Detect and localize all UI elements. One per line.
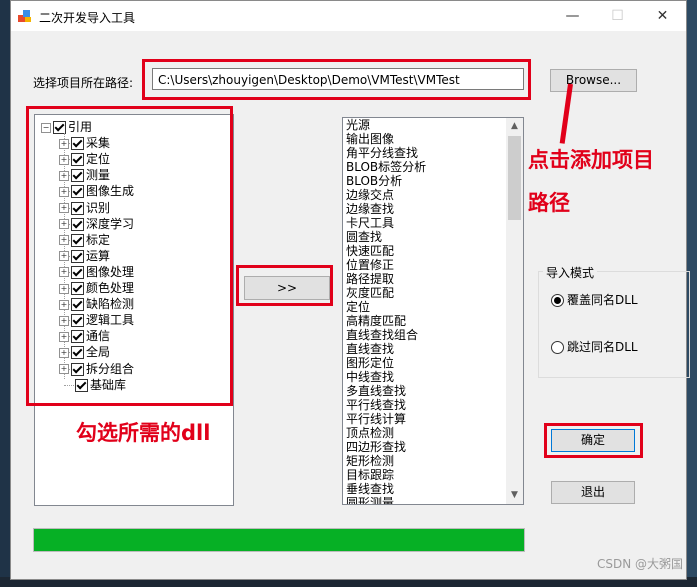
import-mode-title: 导入模式 [543,264,598,281]
list-item[interactable]: 多直线查找 [343,384,523,398]
close-icon[interactable]: ✕ [640,1,685,31]
path-label: 选择项目所在路径: [33,76,134,90]
list-item[interactable]: 图形定位 [343,356,523,370]
list-item[interactable]: 顶点检测 [343,426,523,440]
list-item[interactable]: 路径提取 [343,272,523,286]
minimize-icon[interactable]: — [550,1,595,31]
list-item[interactable]: 直线查找组合 [343,328,523,342]
list-item[interactable]: 快速匹配 [343,244,523,258]
list-item[interactable]: 卡尺工具 [343,216,523,230]
ok-highlight-box [544,423,643,458]
list-item[interactable]: 位置修正 [343,258,523,272]
radio-skip-label: 跳过同名DLL [567,340,638,354]
annotation-path: 路径 [528,191,570,215]
browse-button[interactable]: Browse... [550,69,637,92]
list-item[interactable]: 高精度匹配 [343,314,523,328]
scroll-thumb[interactable] [508,136,521,220]
annotation-add-path: 点击添加项目 [528,148,654,172]
list-item[interactable]: 圆形测量 [343,496,523,504]
tool-list-items: 光源 输出图像 角平分线查找 BLOB标签分析 BLOB分析 边缘交点 边缘查找 卡尺工具 圆查… [343,118,523,504]
list-item[interactable]: 直线查找 [343,342,523,356]
list-item[interactable]: 平行线计算 [343,412,523,426]
list-item[interactable]: 边缘查找 [343,202,523,216]
list-item[interactable]: 中线查找 [343,370,523,384]
list-item[interactable]: 目标跟踪 [343,468,523,482]
tool-list[interactable]: 光源 输出图像 角平分线查找 BLOB标签分析 BLOB分析 边缘交点 边缘查找 卡尺工具 圆查… [342,117,524,505]
list-item[interactable]: 灰度匹配 [343,286,523,300]
list-item[interactable]: 光源 [343,118,523,132]
list-item[interactable]: BLOB标签分析 [343,160,523,174]
list-item[interactable]: 矩形检测 [343,454,523,468]
radio-overwrite[interactable]: 覆盖同名DLL [551,293,638,307]
list-item[interactable]: BLOB分析 [343,174,523,188]
scroll-up-icon[interactable]: ▲ [506,118,523,135]
exit-button[interactable]: 退出 [551,481,635,504]
annotation-select-dll: 勾选所需的dll [76,421,211,445]
radio-skip-dot[interactable] [551,341,564,354]
path-highlight-box [142,59,531,100]
radio-overwrite-label: 覆盖同名DLL [567,293,638,307]
desktop-left-edge [0,0,10,587]
list-item[interactable]: 平行线查找 [343,398,523,412]
import-progress-bar [33,528,525,552]
transfer-highlight-box [236,265,333,306]
tool-list-scrollbar[interactable]: ▲ ▼ [506,118,523,504]
radio-overwrite-dot[interactable] [551,294,564,307]
title-bar: 二次开发导入工具 — ☐ ✕ [11,1,686,31]
list-item[interactable]: 定位 [343,300,523,314]
list-item[interactable]: 输出图像 [343,132,523,146]
list-item[interactable]: 四边形查找 [343,440,523,454]
import-mode-group [538,271,690,378]
list-item[interactable]: 圆查找 [343,230,523,244]
list-item[interactable]: 角平分线查找 [343,146,523,160]
list-item[interactable]: 垂线查找 [343,482,523,496]
csdn-watermark: CSDN @大粥国 [596,557,683,571]
window-title: 二次开发导入工具 [39,11,136,25]
progress-fill [34,529,524,551]
maximize-icon[interactable]: ☐ [595,1,640,31]
tree-highlight-box [26,106,233,406]
scroll-down-icon[interactable]: ▼ [506,487,523,504]
app-icon [17,8,33,27]
list-item[interactable]: 边缘交点 [343,188,523,202]
radio-skip[interactable]: 跳过同名DLL [551,340,638,354]
